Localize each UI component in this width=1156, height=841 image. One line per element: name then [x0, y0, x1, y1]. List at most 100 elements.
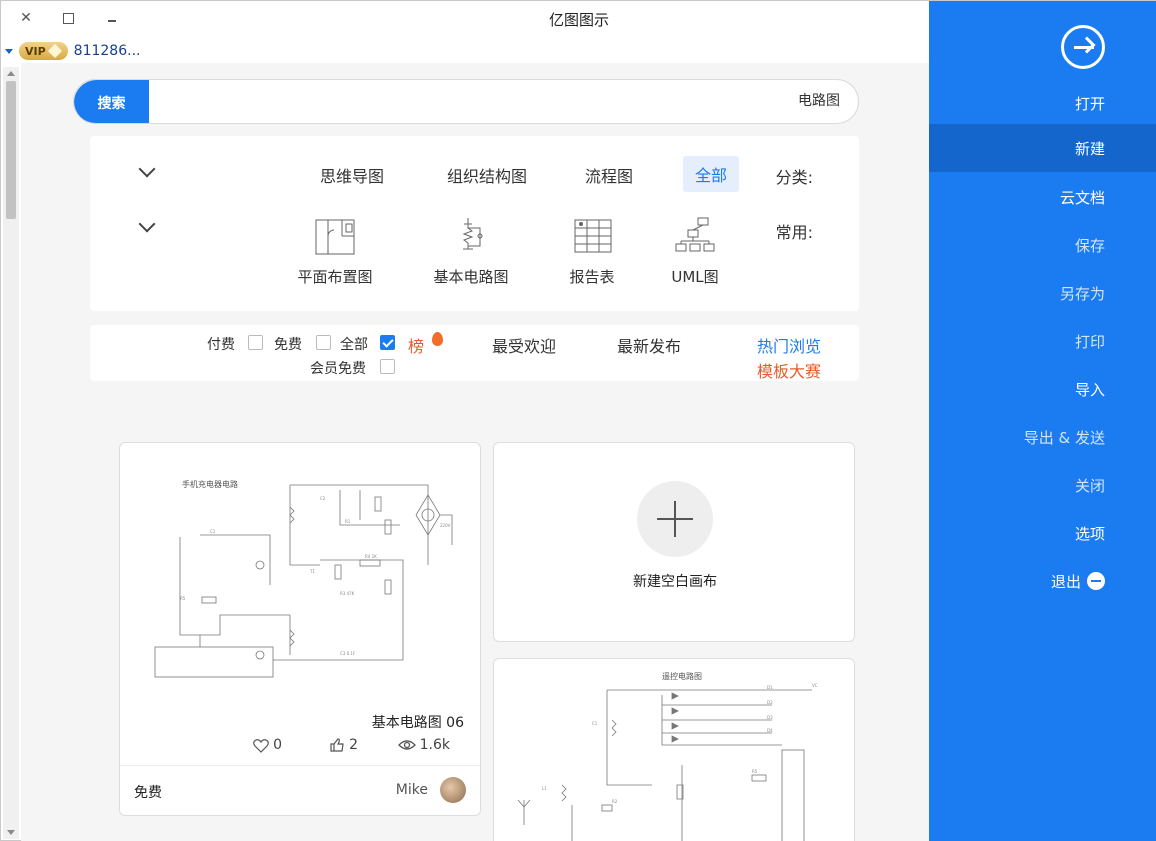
- category-expand-chevron-icon[interactable]: [138, 160, 156, 178]
- svg-text:C1: C1: [210, 529, 216, 534]
- svg-text:220V: 220V: [440, 523, 451, 528]
- filter-member-free-checkbox[interactable]: [380, 359, 395, 374]
- sidebar-item-new[interactable]: 新建: [929, 124, 1156, 172]
- common-report-table[interactable]: 报告表: [537, 216, 647, 287]
- common-basic-circuit[interactable]: 基本电路图: [416, 216, 526, 287]
- common-uml[interactable]: UML图: [640, 216, 750, 287]
- maximize-window-button[interactable]: [57, 7, 79, 29]
- sidebar-item-cloud-docs[interactable]: 云文档: [929, 173, 1156, 221]
- favorites-count: 0: [273, 737, 282, 753]
- vip-heart-icon: [47, 43, 62, 59]
- likes-count: 2: [349, 737, 358, 753]
- sidebar-item-print[interactable]: 打印: [929, 317, 1156, 365]
- filter-free-checkbox[interactable]: [316, 335, 331, 350]
- vertical-scrollbar[interactable]: [3, 67, 19, 839]
- vip-label: VIP: [25, 44, 46, 58]
- common-uml-label: UML图: [671, 268, 719, 286]
- svg-text:L1: L1: [542, 786, 547, 791]
- svg-text:R1: R1: [345, 519, 351, 524]
- maximize-icon: [62, 12, 74, 24]
- search-button[interactable]: 搜索: [74, 80, 149, 123]
- common-floor-plan-label: 平面布置图: [297, 268, 373, 286]
- svg-text:D3: D3: [767, 715, 773, 720]
- new-blank-canvas-label: 新建空白画布: [633, 574, 717, 590]
- close-window-button[interactable]: ✕: [15, 7, 37, 29]
- close-icon: ✕: [20, 10, 32, 26]
- svg-text:D1: D1: [767, 685, 773, 690]
- sort-newest[interactable]: 最新发布: [617, 333, 681, 357]
- category-org-chart[interactable]: 组织结构图: [447, 163, 527, 187]
- sidebar-item-close[interactable]: 关闭: [929, 461, 1156, 509]
- common-floor-plan[interactable]: 平面布置图: [280, 216, 390, 287]
- sidebar-item-open[interactable]: 打开: [929, 79, 1156, 127]
- svg-text:R2: R2: [612, 799, 618, 804]
- sort-hot-browse[interactable]: 热门浏览: [757, 333, 821, 357]
- common-report-table-label: 报告表: [569, 268, 615, 286]
- filter-paid-checkbox[interactable]: [248, 335, 263, 350]
- title-bar: 亿图图示 ✕: [1, 1, 929, 39]
- svg-text:R3 47K: R3 47K: [340, 591, 355, 596]
- back-arrow-icon[interactable]: [1061, 25, 1105, 69]
- template-title: 基本电路图 06: [371, 715, 464, 731]
- circuit-icon: [462, 218, 483, 250]
- minimize-icon: [108, 19, 116, 22]
- sidebar-item-save[interactable]: 保存: [929, 221, 1156, 269]
- author-avatar[interactable]: [440, 777, 466, 803]
- report-table-icon: [574, 219, 612, 253]
- category-panel: 分类: 全部 流程图 组织结构图 思维导图 常用: UML图 报告表 基本电路图…: [90, 136, 859, 311]
- category-flowchart[interactable]: 流程图: [585, 163, 633, 187]
- new-blank-canvas-card[interactable]: 新建空白画布: [493, 442, 855, 642]
- eye-icon: [397, 740, 416, 750]
- search-bar: 搜索: [73, 79, 859, 124]
- filter-all-label: 全部: [340, 337, 368, 353]
- template-gallery: 搜索 分类: 全部 流程图 组织结构图 思维导图 常用:: [21, 63, 929, 841]
- views-stat: 1.6k: [397, 737, 450, 753]
- thumbnail-caption: 手机充电器电路: [182, 479, 238, 489]
- backstage-sidebar: 打开 新建 云文档 保存 另存为 打印 导入 导出 & 发送 关闭 选项 退出: [929, 1, 1156, 841]
- svg-text:D2: D2: [767, 700, 773, 705]
- sort-most-popular[interactable]: 最受欢迎: [492, 333, 556, 357]
- category-all[interactable]: 全部: [682, 156, 739, 192]
- sort-template-contest[interactable]: 模板大赛: [757, 358, 821, 382]
- sidebar-item-import[interactable]: 导入: [929, 365, 1156, 413]
- svg-text:R4 1K: R4 1K: [365, 554, 377, 559]
- sidebar-item-exit[interactable]: 退出: [929, 557, 1156, 605]
- svg-text:VC: VC: [812, 683, 818, 688]
- template-card[interactable]: 手机充电器电路 C1 C2 R1 R4 1K R3 47K T1 220V R5…: [119, 442, 481, 816]
- sidebar-item-export-send[interactable]: 导出 & 发送: [929, 413, 1156, 461]
- category-mind-map[interactable]: 思维导图: [320, 163, 384, 187]
- scroll-thumb[interactable]: [6, 81, 16, 219]
- common-basic-circuit-label: 基本电路图: [433, 268, 509, 286]
- filter-member-free-label: 会员免费: [310, 361, 366, 377]
- app-window: 亿图图示 ✕ VIP 811286... 搜索 分类: 全部 流程图 组织结构图…: [0, 0, 1156, 841]
- svg-text:T1: T1: [309, 569, 315, 574]
- svg-text:C2: C2: [320, 496, 326, 501]
- floor-plan-icon: [315, 219, 355, 255]
- author-name[interactable]: Mike: [396, 782, 428, 798]
- svg-text:R5: R5: [752, 769, 758, 774]
- scroll-up-icon[interactable]: [7, 71, 15, 76]
- account-dropdown-icon[interactable]: [5, 48, 13, 54]
- user-account-bar[interactable]: VIP 811286...: [5, 41, 140, 61]
- filter-all-checkbox[interactable]: [380, 335, 395, 350]
- svg-text:C1: C1: [592, 721, 598, 726]
- search-input[interactable]: [280, 92, 840, 108]
- filter-paid-label: 付费: [207, 337, 235, 353]
- scroll-down-icon[interactable]: [7, 830, 15, 835]
- sidebar-item-options[interactable]: 选项: [929, 509, 1156, 557]
- vip-badge[interactable]: VIP: [19, 42, 68, 60]
- card-divider: [120, 765, 480, 766]
- common-expand-chevron-icon[interactable]: [138, 215, 156, 233]
- heart-icon: [253, 738, 269, 753]
- minimize-window-button[interactable]: [101, 7, 123, 29]
- favorites-stat[interactable]: 0: [253, 737, 282, 753]
- rank-label[interactable]: 榜: [408, 333, 424, 357]
- svg-text:R5: R5: [180, 596, 186, 601]
- add-icon: [637, 481, 713, 557]
- template-card[interactable]: 遥控电路图 VC D1 D2 D3 D4 R5 C1 L1 R2: [493, 658, 855, 841]
- price-label: 免费: [134, 785, 162, 801]
- likes-stat[interactable]: 2: [329, 737, 358, 753]
- sidebar-item-save-as[interactable]: 另存为: [929, 269, 1156, 317]
- user-id[interactable]: 811286...: [74, 43, 141, 59]
- views-count: 1.6k: [419, 737, 450, 753]
